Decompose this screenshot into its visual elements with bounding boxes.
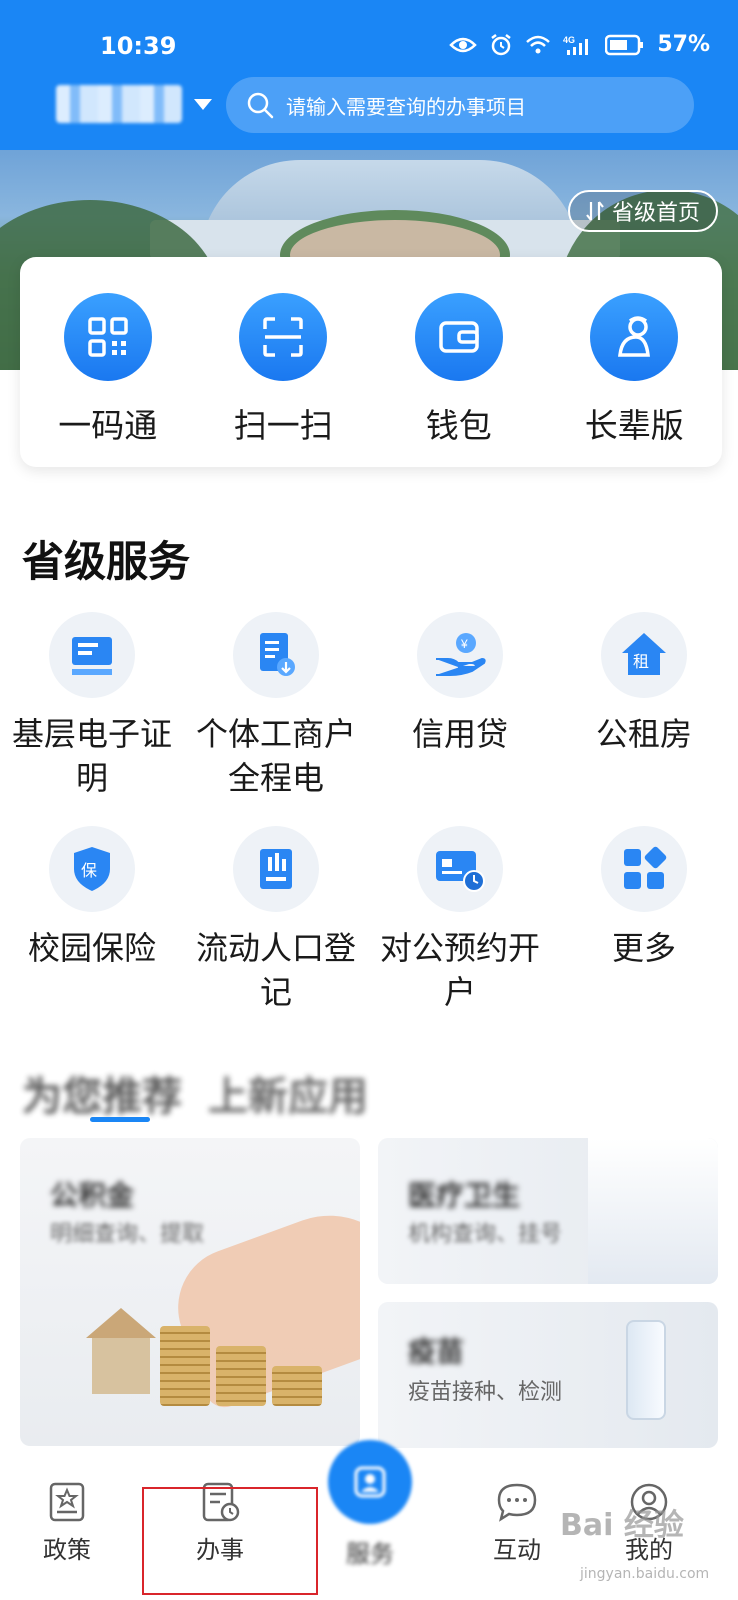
wallet-icon (414, 293, 503, 381)
nav-label: 互动 (493, 1536, 541, 1564)
quick-label: 扫一扫 (233, 406, 333, 445)
city-name (56, 85, 182, 123)
watermark: Bai 经验 (560, 1508, 684, 1543)
header: 10:39 4G 57% 请输入需要查询的办事项目 (0, 0, 738, 150)
service-label: 公租房 (595, 715, 692, 753)
quick-label: 长辈版 (584, 406, 684, 445)
province-home-button[interactable]: 省级首页 (567, 190, 718, 232)
service-label: 流动人口登记 (196, 929, 357, 1011)
service-label: 基层电子证明 (12, 715, 173, 797)
doctor-image (588, 1138, 718, 1284)
wifi-icon (526, 35, 551, 53)
recommend-tabs: 为您推荐 上新应用 (22, 1064, 368, 1122)
service-label: 对公预约开户 (380, 929, 541, 1011)
card-title: 医疗卫生 (408, 1179, 521, 1212)
vaccine-vial-image (626, 1320, 666, 1420)
signal-4g-icon: 4G (563, 35, 589, 55)
quick-item-one-code[interactable]: 一码通 (20, 257, 196, 467)
service-label: 校园保险 (27, 929, 156, 967)
search-icon (247, 92, 274, 119)
section-title: 省级服务 (22, 537, 191, 586)
service-label: 更多 (611, 929, 676, 967)
chat-bubble-icon (497, 1483, 537, 1522)
card-housing-fund[interactable]: 公积金 明细查询、提取 (20, 1138, 360, 1446)
nav-interact[interactable]: 互动 (462, 1480, 572, 1565)
card-title: 疫苗 (408, 1335, 465, 1368)
search-placeholder: 请输入需要查询的办事项目 (286, 94, 526, 119)
register-icon (233, 826, 319, 912)
nav-label: 服务 (346, 1540, 394, 1568)
province-home-label: 省级首页 (611, 201, 700, 226)
card-subtitle: 明细查询、提取 (50, 1222, 205, 1247)
watermark-url: jingyan.baidu.com (580, 1566, 710, 1582)
card-subtitle: 机构查询、挂号 (408, 1222, 563, 1247)
policy-icon (49, 1482, 85, 1522)
alarm-icon (491, 33, 512, 55)
svg-text:¥: ¥ (460, 637, 468, 651)
house-image (86, 1308, 156, 1394)
document-download-icon (233, 612, 319, 698)
status-time: 10:39 (100, 32, 177, 60)
highlight-box (142, 1487, 318, 1595)
quick-actions-card: 一码通 扫一扫 钱包 长辈版 (20, 257, 722, 467)
service-label: 信用贷 (411, 715, 508, 753)
coin-stack-image (272, 1366, 322, 1406)
tab-new-apps[interactable]: 上新应用 (208, 1064, 368, 1122)
coin-stack-image (160, 1326, 210, 1406)
status-icons: 4G 57% (449, 32, 710, 57)
chevron-down-icon (194, 98, 212, 110)
city-selector[interactable] (56, 84, 212, 124)
shield-insurance-icon: 保 (49, 826, 135, 912)
battery-level: 57% (657, 32, 710, 57)
service-floating-population[interactable]: 流动人口登记 (184, 826, 368, 1014)
tab-recommended[interactable]: 为您推荐 (22, 1064, 182, 1122)
service-center-icon (354, 1466, 386, 1498)
quick-item-elder-mode[interactable]: 长辈版 (547, 257, 723, 467)
quick-item-scan[interactable]: 扫一扫 (196, 257, 372, 467)
svg-text:4G: 4G (563, 35, 575, 45)
service-individual-business[interactable]: 个体工商户全程电 (184, 612, 368, 800)
services-grid: 基层电子证明 个体工商户全程电 ¥ 信用贷 租 公租房 保 校园保险 流动人口登… (0, 612, 738, 1014)
tab-indicator (90, 1117, 150, 1122)
card-vaccine[interactable]: 疫苗 疫苗接种、检测 (378, 1302, 718, 1448)
card-clock-icon (417, 826, 503, 912)
service-grassroots-certificate[interactable]: 基层电子证明 (0, 612, 184, 800)
coin-stack-image (216, 1346, 266, 1406)
certificate-icon (49, 612, 135, 698)
switch-arrows-icon (586, 201, 604, 221)
quick-item-wallet[interactable]: 钱包 (371, 257, 547, 467)
svg-text:保: 保 (81, 861, 97, 880)
grid-more-icon (601, 826, 687, 912)
scan-icon (239, 293, 328, 381)
service-credit-loan[interactable]: ¥ 信用贷 (368, 612, 552, 800)
qr-code-icon (63, 293, 152, 381)
battery-icon (605, 34, 644, 55)
status-bar: 10:39 4G 57% (0, 28, 738, 64)
card-title: 公积金 (50, 1179, 135, 1212)
loan-hand-icon: ¥ (417, 612, 503, 698)
search-input[interactable]: 请输入需要查询的办事项目 (226, 77, 694, 133)
quick-label: 钱包 (425, 406, 492, 445)
eye-icon (449, 37, 478, 52)
card-subtitle: 疫苗接种、检测 (408, 1380, 563, 1405)
service-label: 个体工商户全程电 (196, 715, 357, 797)
service-campus-insurance[interactable]: 保 校园保险 (0, 826, 184, 1014)
nav-service-button[interactable] (328, 1440, 412, 1524)
elder-icon (590, 293, 679, 381)
house-rent-icon: 租 (601, 612, 687, 698)
quick-label: 一码通 (58, 406, 158, 445)
service-more[interactable]: 更多 (552, 826, 736, 1014)
nav-policy[interactable]: 政策 (12, 1480, 122, 1565)
card-medical[interactable]: 医疗卫生 机构查询、挂号 (378, 1138, 718, 1284)
nav-label: 政策 (43, 1536, 91, 1564)
svg-text:租: 租 (633, 652, 649, 671)
service-corporate-account[interactable]: 对公预约开户 (368, 826, 552, 1014)
service-public-rental[interactable]: 租 公租房 (552, 612, 736, 800)
